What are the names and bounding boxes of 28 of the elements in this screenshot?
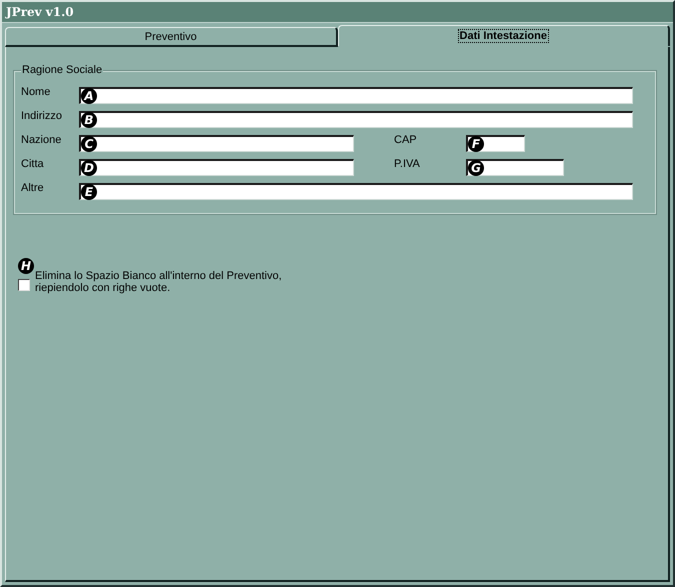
marker-badge: C xyxy=(81,136,97,152)
field-label: Nome xyxy=(21,86,52,98)
input-field[interactable]: G xyxy=(466,158,564,176)
checkbox[interactable] xyxy=(18,279,30,291)
input-field[interactable]: F xyxy=(466,134,525,152)
marker-badge: D xyxy=(81,160,97,176)
input-field[interactable]: E xyxy=(79,182,633,200)
field-label: P.IVA xyxy=(394,158,421,170)
field-label: Altre xyxy=(21,182,45,194)
field-label: Indirizzo xyxy=(21,110,63,122)
input-field[interactable]: B xyxy=(79,110,633,128)
field-label: CAP xyxy=(394,134,418,146)
window-title: JPrev v1.0 xyxy=(6,5,74,19)
input-field[interactable]: C xyxy=(79,134,354,152)
input-field[interactable]: A xyxy=(79,86,633,104)
marker-badge: E xyxy=(81,184,97,200)
checkbox-label: Elimina lo Spazio Bianco all'interno del Preventivo, riepiendolo con righe vuote. xyxy=(35,270,283,294)
input-field[interactable]: D xyxy=(79,158,354,176)
field-label: Citta xyxy=(21,158,45,170)
tab[interactable]: Preventivo xyxy=(5,27,338,47)
marker-badge: G xyxy=(468,160,484,176)
group-title: Ragione Sociale xyxy=(21,64,104,76)
marker-badge: H xyxy=(18,258,34,274)
marker-badge: A xyxy=(81,88,97,104)
marker-badge: F xyxy=(468,136,484,152)
marker-badge: B xyxy=(81,112,97,128)
tab[interactable]: Dati Intestazione xyxy=(338,25,670,46)
field-label: Nazione xyxy=(21,134,62,146)
